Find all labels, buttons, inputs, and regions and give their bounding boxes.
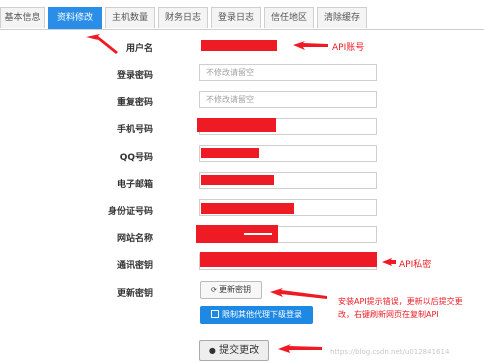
arrow-to-key-icon [382,258,396,266]
arrow-to-submit-icon [278,344,322,353]
arrow-to-username-icon [293,41,328,50]
annotation-arrows [86,34,396,353]
watermark: https://blog.csdn.net/u012841614 [330,348,450,356]
arrow-to-tab-icon [86,34,118,54]
arrow-to-regen-icon [270,288,327,299]
